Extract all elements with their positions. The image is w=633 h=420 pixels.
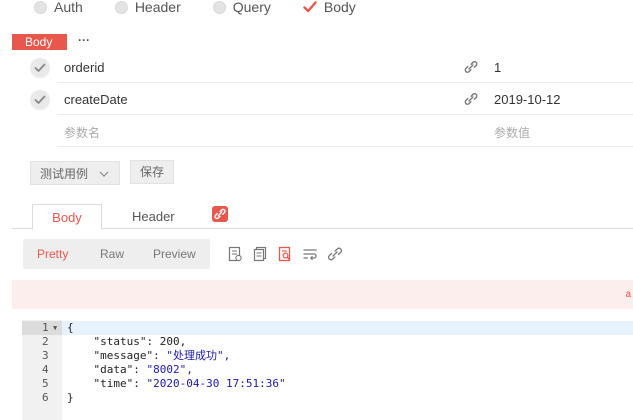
auth-option-body[interactable]: Body xyxy=(303,0,356,15)
param-key-cell[interactable] xyxy=(57,52,509,83)
view-mode-group: Pretty Raw Preview xyxy=(23,239,210,269)
response-code-editor[interactable]: 1 ▼ 2 3 4 5 6 { "status": 200, "message"… xyxy=(22,320,633,420)
code-line: "time": "2020-04-30 17:51:36" xyxy=(93,377,286,390)
unlink-icon[interactable] xyxy=(327,246,343,262)
body-section-badge: Body xyxy=(12,34,67,50)
auth-option-label: Query xyxy=(232,0,271,15)
param-row: createDate 2019-10-12 xyxy=(30,84,633,115)
wrap-lines-icon[interactable] xyxy=(302,246,318,262)
line-number: 3 xyxy=(42,349,49,362)
param-row: orderid 1 xyxy=(30,52,633,83)
param-key[interactable]: createDate xyxy=(64,92,128,107)
radio-button[interactable] xyxy=(114,0,128,14)
param-enabled-checkbox[interactable] xyxy=(30,58,50,78)
code-line: "data": "8002", xyxy=(93,363,193,376)
line-number: 6 xyxy=(42,391,49,404)
param-value-cell[interactable] xyxy=(487,52,633,83)
active-line-highlight xyxy=(62,321,633,335)
param-key-cell[interactable] xyxy=(57,116,509,147)
search-document-icon[interactable] xyxy=(277,246,293,262)
param-key[interactable]: orderid xyxy=(64,60,104,75)
copy-document-icon[interactable] xyxy=(227,246,243,262)
param-key-placeholder[interactable]: 参数名 xyxy=(64,124,100,141)
radio-button[interactable] xyxy=(212,0,226,14)
auth-option-label: Header xyxy=(134,0,181,15)
code-line: "message": "处理成功", xyxy=(93,349,231,362)
param-enabled-checkbox[interactable] xyxy=(30,90,50,110)
checkmark-icon[interactable] xyxy=(303,0,317,14)
link-icon[interactable] xyxy=(464,92,478,106)
test-case-dropdown[interactable]: 测试用例 xyxy=(30,161,120,185)
notice-bar: a xyxy=(12,280,633,309)
view-mode-pretty[interactable]: Pretty xyxy=(37,247,68,261)
document-icon[interactable] xyxy=(252,246,268,262)
auth-option-row: Auth Header Query Body xyxy=(0,0,356,18)
param-value-placeholder[interactable]: 参数值 xyxy=(494,124,530,141)
checkmark-icon xyxy=(34,63,46,72)
tab-body[interactable]: Body xyxy=(32,204,102,230)
view-mode-preview[interactable]: Preview xyxy=(153,247,196,261)
code-line: { xyxy=(67,321,74,334)
param-row-new: 参数名 参数值 xyxy=(30,116,633,147)
radio-button[interactable] xyxy=(34,0,47,14)
fold-arrow-icon[interactable]: ▼ xyxy=(53,324,57,332)
auth-option-query[interactable]: Query xyxy=(212,0,271,15)
auth-option-label: Body xyxy=(323,0,356,15)
line-number: 4 xyxy=(42,363,49,376)
tab-header[interactable]: Header xyxy=(132,209,175,224)
param-value[interactable]: 2019-10-12 xyxy=(494,92,561,107)
test-case-label: 测试用例 xyxy=(40,166,89,181)
line-number: 2 xyxy=(42,335,49,348)
more-options-icon[interactable]: ··· xyxy=(78,33,90,47)
checkmark-icon xyxy=(34,95,46,104)
save-button[interactable]: 保存 xyxy=(130,160,174,184)
code-line: "status": 200, xyxy=(93,335,187,348)
param-value[interactable]: 1 xyxy=(494,60,501,75)
auth-option-auth[interactable]: Auth xyxy=(34,0,83,15)
line-number: 5 xyxy=(42,377,49,390)
code-line: } xyxy=(67,391,74,404)
view-mode-raw[interactable]: Raw xyxy=(100,247,124,261)
response-tab-bar xyxy=(12,228,633,229)
auth-option-header[interactable]: Header xyxy=(114,0,181,15)
link-icon[interactable] xyxy=(464,60,478,74)
auth-option-label: Auth xyxy=(54,0,83,15)
chevron-down-icon xyxy=(99,166,109,180)
notice-bar-text: a xyxy=(625,289,631,300)
link-icon[interactable] xyxy=(212,206,228,222)
